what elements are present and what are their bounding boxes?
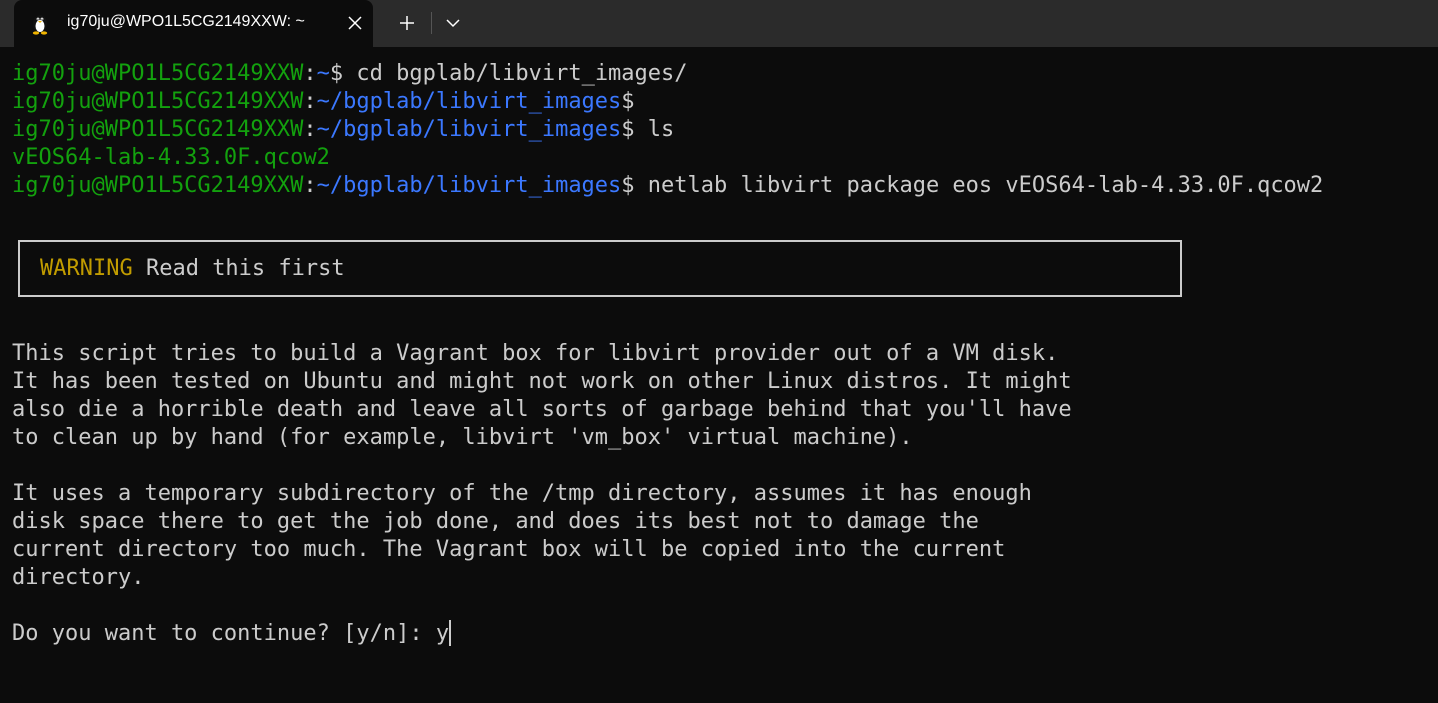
paragraph-line: disk space there to get the job done, an… bbox=[12, 509, 979, 534]
prompt-separator: : bbox=[303, 117, 317, 142]
tab-title: ig70ju@WPO1L5CG2149XXW: ~ bbox=[67, 13, 305, 30]
paragraph-line: It has been tested on Ubuntu and might n… bbox=[12, 369, 1072, 394]
paragraph-line: current directory too much. The Vagrant … bbox=[12, 537, 1006, 562]
prompt-separator: : bbox=[303, 61, 317, 86]
tab-separator bbox=[431, 12, 432, 34]
prompt-dollar: $ bbox=[329, 61, 344, 86]
terminal-output[interactable]: ig70ju@WPO1L5CG2149XXW:~$ cd bgplab/libv… bbox=[0, 47, 1438, 703]
paragraph-line: to clean up by hand (for example, libvir… bbox=[12, 425, 913, 450]
paragraph-line: directory. bbox=[12, 565, 145, 590]
terminal-line: ig70ju@WPO1L5CG2149XXW:~$ cd bgplab/libv… bbox=[12, 60, 688, 88]
close-icon[interactable] bbox=[343, 11, 367, 35]
prompt-user: ig70ju@WPO1L5CG2149XXW bbox=[12, 61, 304, 86]
paragraph-line: It uses a temporary subdirectory of the … bbox=[12, 481, 1032, 506]
prompt-separator: : bbox=[303, 173, 317, 198]
warning-label: WARNING bbox=[40, 256, 133, 281]
paragraph-line: This script tries to build a Vagrant box… bbox=[12, 341, 1059, 366]
prompt-dollar: $ bbox=[621, 117, 635, 142]
linux-penguin-icon bbox=[32, 15, 48, 35]
prompt-path: ~/bgplab/libvirt_images bbox=[316, 173, 622, 198]
prompt-question-line[interactable]: Do you want to continue? [y/n]: y bbox=[12, 620, 452, 648]
chevron-down-icon[interactable] bbox=[438, 8, 468, 38]
title-bar: ig70ju@WPO1L5CG2149XXW: ~ bbox=[0, 0, 1438, 47]
ls-output: vEOS64-lab-4.33.0F.qcow2 bbox=[12, 145, 330, 170]
warning-text: WARNING Read this first bbox=[40, 255, 345, 283]
command-text: netlab libvirt package eos vEOS64-lab-4.… bbox=[634, 173, 1324, 198]
command-text: ls bbox=[634, 117, 675, 142]
warning-message: Read this first bbox=[132, 256, 345, 281]
prompt-path: ~/bgplab/libvirt_images bbox=[316, 89, 622, 114]
warning-box: WARNING Read this first bbox=[18, 240, 1182, 297]
plus-icon[interactable] bbox=[391, 8, 423, 38]
terminal-line: ig70ju@WPO1L5CG2149XXW:~/bgplab/libvirt_… bbox=[12, 172, 1323, 200]
command-text: cd bgplab/libvirt_images/ bbox=[343, 61, 688, 86]
user-answer[interactable]: y bbox=[436, 621, 449, 646]
prompt-path: ~ bbox=[316, 61, 330, 86]
continue-question: Do you want to continue? [y/n]: bbox=[12, 621, 436, 646]
prompt-user: ig70ju@WPO1L5CG2149XXW bbox=[12, 173, 304, 198]
prompt-user: ig70ju@WPO1L5CG2149XXW bbox=[12, 117, 304, 142]
text-cursor bbox=[449, 620, 452, 646]
prompt-dollar: $ bbox=[621, 89, 635, 114]
prompt-path: ~/bgplab/libvirt_images bbox=[316, 117, 622, 142]
prompt-dollar: $ bbox=[621, 173, 635, 198]
terminal-line: ig70ju@WPO1L5CG2149XXW:~/bgplab/libvirt_… bbox=[12, 88, 635, 116]
paragraph-line: also die a horrible death and leave all … bbox=[12, 397, 1072, 422]
terminal-line: ig70ju@WPO1L5CG2149XXW:~/bgplab/libvirt_… bbox=[12, 116, 674, 144]
terminal-tab[interactable]: ig70ju@WPO1L5CG2149XXW: ~ bbox=[14, 0, 373, 47]
prompt-separator: : bbox=[303, 89, 317, 114]
prompt-user: ig70ju@WPO1L5CG2149XXW bbox=[12, 89, 304, 114]
